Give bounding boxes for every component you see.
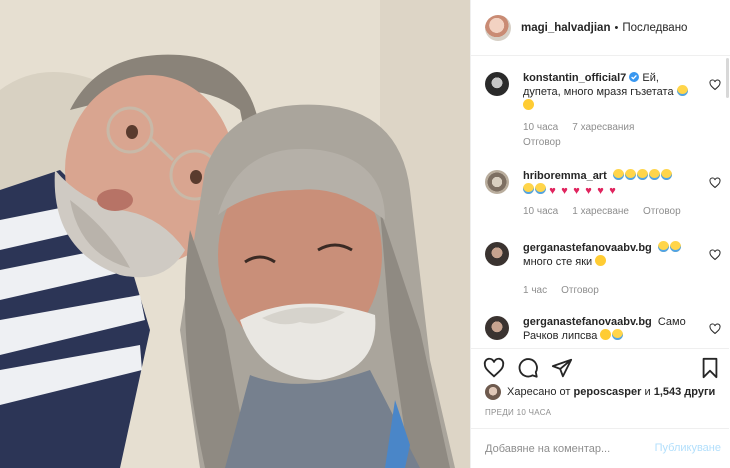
heart-eyes-emoji	[595, 255, 607, 266]
crying-laughing-emoji	[669, 241, 681, 252]
liked-by-prefix: Харесано от	[507, 386, 571, 398]
commenter-avatar[interactable]	[485, 170, 509, 194]
comment-like-heart-icon[interactable]	[709, 177, 721, 189]
comment-text-block: hriboremma_art ♥ ♥ ♥ ♥ ♥ ♥	[523, 169, 693, 197]
post-timestamp[interactable]: ПРЕДИ 10 ЧАСА	[485, 408, 551, 417]
crying-laughing-emoji	[636, 169, 648, 180]
comment-username[interactable]: gerganastefanovaabv.bg	[523, 242, 652, 254]
smile-emoji	[600, 329, 612, 340]
reply-button[interactable]: Отговор	[561, 285, 599, 297]
comment-text: много сте яки	[523, 256, 593, 268]
comment-likes-count[interactable]: 1 харесване	[572, 206, 629, 218]
header-separator: •	[614, 21, 619, 34]
red-heart-emoji: ♥	[585, 185, 592, 197]
comments-list[interactable]: konstantin_official7 Ей, дупета, много м…	[471, 56, 729, 348]
commenter-avatar[interactable]	[485, 316, 509, 340]
comment-meta: 10 часа 7 харесвания	[523, 122, 693, 134]
owner-username[interactable]: magi_halvadjian	[521, 22, 610, 34]
liked-by-user[interactable]: peposcasper	[574, 386, 642, 398]
post-header: magi_halvadjian • Последвано	[471, 0, 730, 56]
speech-bubble-icon[interactable]	[517, 357, 539, 379]
liked-by-others[interactable]: 1,543 други	[654, 386, 716, 398]
crying-laughing-emoji	[648, 169, 660, 180]
comment-text-block: gerganastefanovaabv.bg Само Рачков липсв…	[523, 315, 693, 343]
comment-text-block: konstantin_official7 Ей, дупета, много м…	[523, 71, 693, 113]
comment-username[interactable]: gerganastefanovaabv.bg	[523, 316, 652, 328]
instagram-post-view: magi_halvadjian • Последвано konstantin_…	[0, 0, 730, 468]
comment-like-heart-icon[interactable]	[709, 249, 721, 261]
comment-input[interactable]	[485, 442, 655, 455]
comment-time[interactable]: 10 часа	[523, 206, 558, 218]
comment-meta: 10 часа 1 харесване Отговор	[523, 206, 693, 218]
reply-button[interactable]: Отговор	[643, 206, 681, 218]
selfie-photo-illustration	[0, 0, 470, 468]
comment-item: gerganastefanovaabv.bg Само Рачков липсв…	[485, 315, 721, 343]
following-status-button[interactable]: Последвано	[622, 22, 687, 34]
comment-username[interactable]: konstantin_official7	[523, 72, 626, 84]
reply-button[interactable]: Отговор	[523, 136, 693, 150]
comment-meta: 1 час Отговор	[523, 285, 693, 297]
bookmark-icon[interactable]	[699, 357, 721, 379]
commenter-avatar[interactable]	[485, 242, 509, 266]
crying-laughing-emoji	[523, 183, 534, 194]
comment-text-block: gerganastefanovaabv.bg много сте яки	[523, 241, 693, 269]
post-side-panel: magi_halvadjian • Последвано konstantin_…	[470, 0, 730, 468]
comment-time[interactable]: 10 часа	[523, 122, 558, 134]
liked-by-conj: и	[644, 386, 651, 398]
liked-by-row: Харесано от peposcasper и 1,543 други	[485, 384, 715, 400]
crying-laughing-emoji	[660, 169, 672, 180]
comment-item: konstantin_official7 Ей, дупета, много м…	[485, 71, 721, 150]
crying-laughing-emoji	[612, 329, 624, 340]
comment-time[interactable]: 1 час	[523, 285, 547, 297]
red-heart-emoji: ♥	[609, 185, 616, 197]
comment-item: hriboremma_art ♥ ♥ ♥ ♥ ♥ ♥ 10 часа 1 харесван…	[485, 169, 721, 218]
crying-laughing-emoji	[612, 169, 624, 180]
comments-scrollbar[interactable]	[726, 58, 729, 98]
crying-laughing-emoji	[657, 241, 669, 252]
heart-outline-icon[interactable]	[483, 357, 505, 379]
verified-badge-icon	[629, 72, 640, 84]
comment-item: gerganastefanovaabv.bg много сте яки 1 ч…	[485, 241, 721, 297]
liker-avatar[interactable]	[485, 384, 501, 400]
comment-username[interactable]: hriboremma_art	[523, 170, 607, 182]
red-heart-emoji: ♥	[597, 185, 604, 197]
crying-laughing-emoji	[624, 169, 636, 180]
crying-laughing-emoji	[535, 183, 546, 194]
paper-plane-icon[interactable]	[551, 357, 573, 379]
red-heart-emoji: ♥	[549, 185, 556, 197]
comment-likes-count[interactable]: 7 харесвания	[572, 122, 634, 134]
publish-button[interactable]: Публикуване	[655, 442, 721, 454]
red-heart-emoji: ♥	[561, 185, 568, 197]
commenter-avatar[interactable]	[485, 72, 509, 96]
crying-laughing-emoji	[676, 85, 688, 96]
comment-like-heart-icon[interactable]	[709, 79, 721, 91]
comment-like-heart-icon[interactable]	[709, 323, 721, 335]
post-photo[interactable]	[0, 0, 470, 468]
owner-avatar[interactable]	[485, 14, 511, 41]
post-actions-bar	[471, 348, 729, 388]
add-comment-bar: Публикуване	[471, 428, 729, 468]
red-heart-emoji: ♥	[573, 185, 580, 197]
smile-emoji	[523, 99, 534, 110]
